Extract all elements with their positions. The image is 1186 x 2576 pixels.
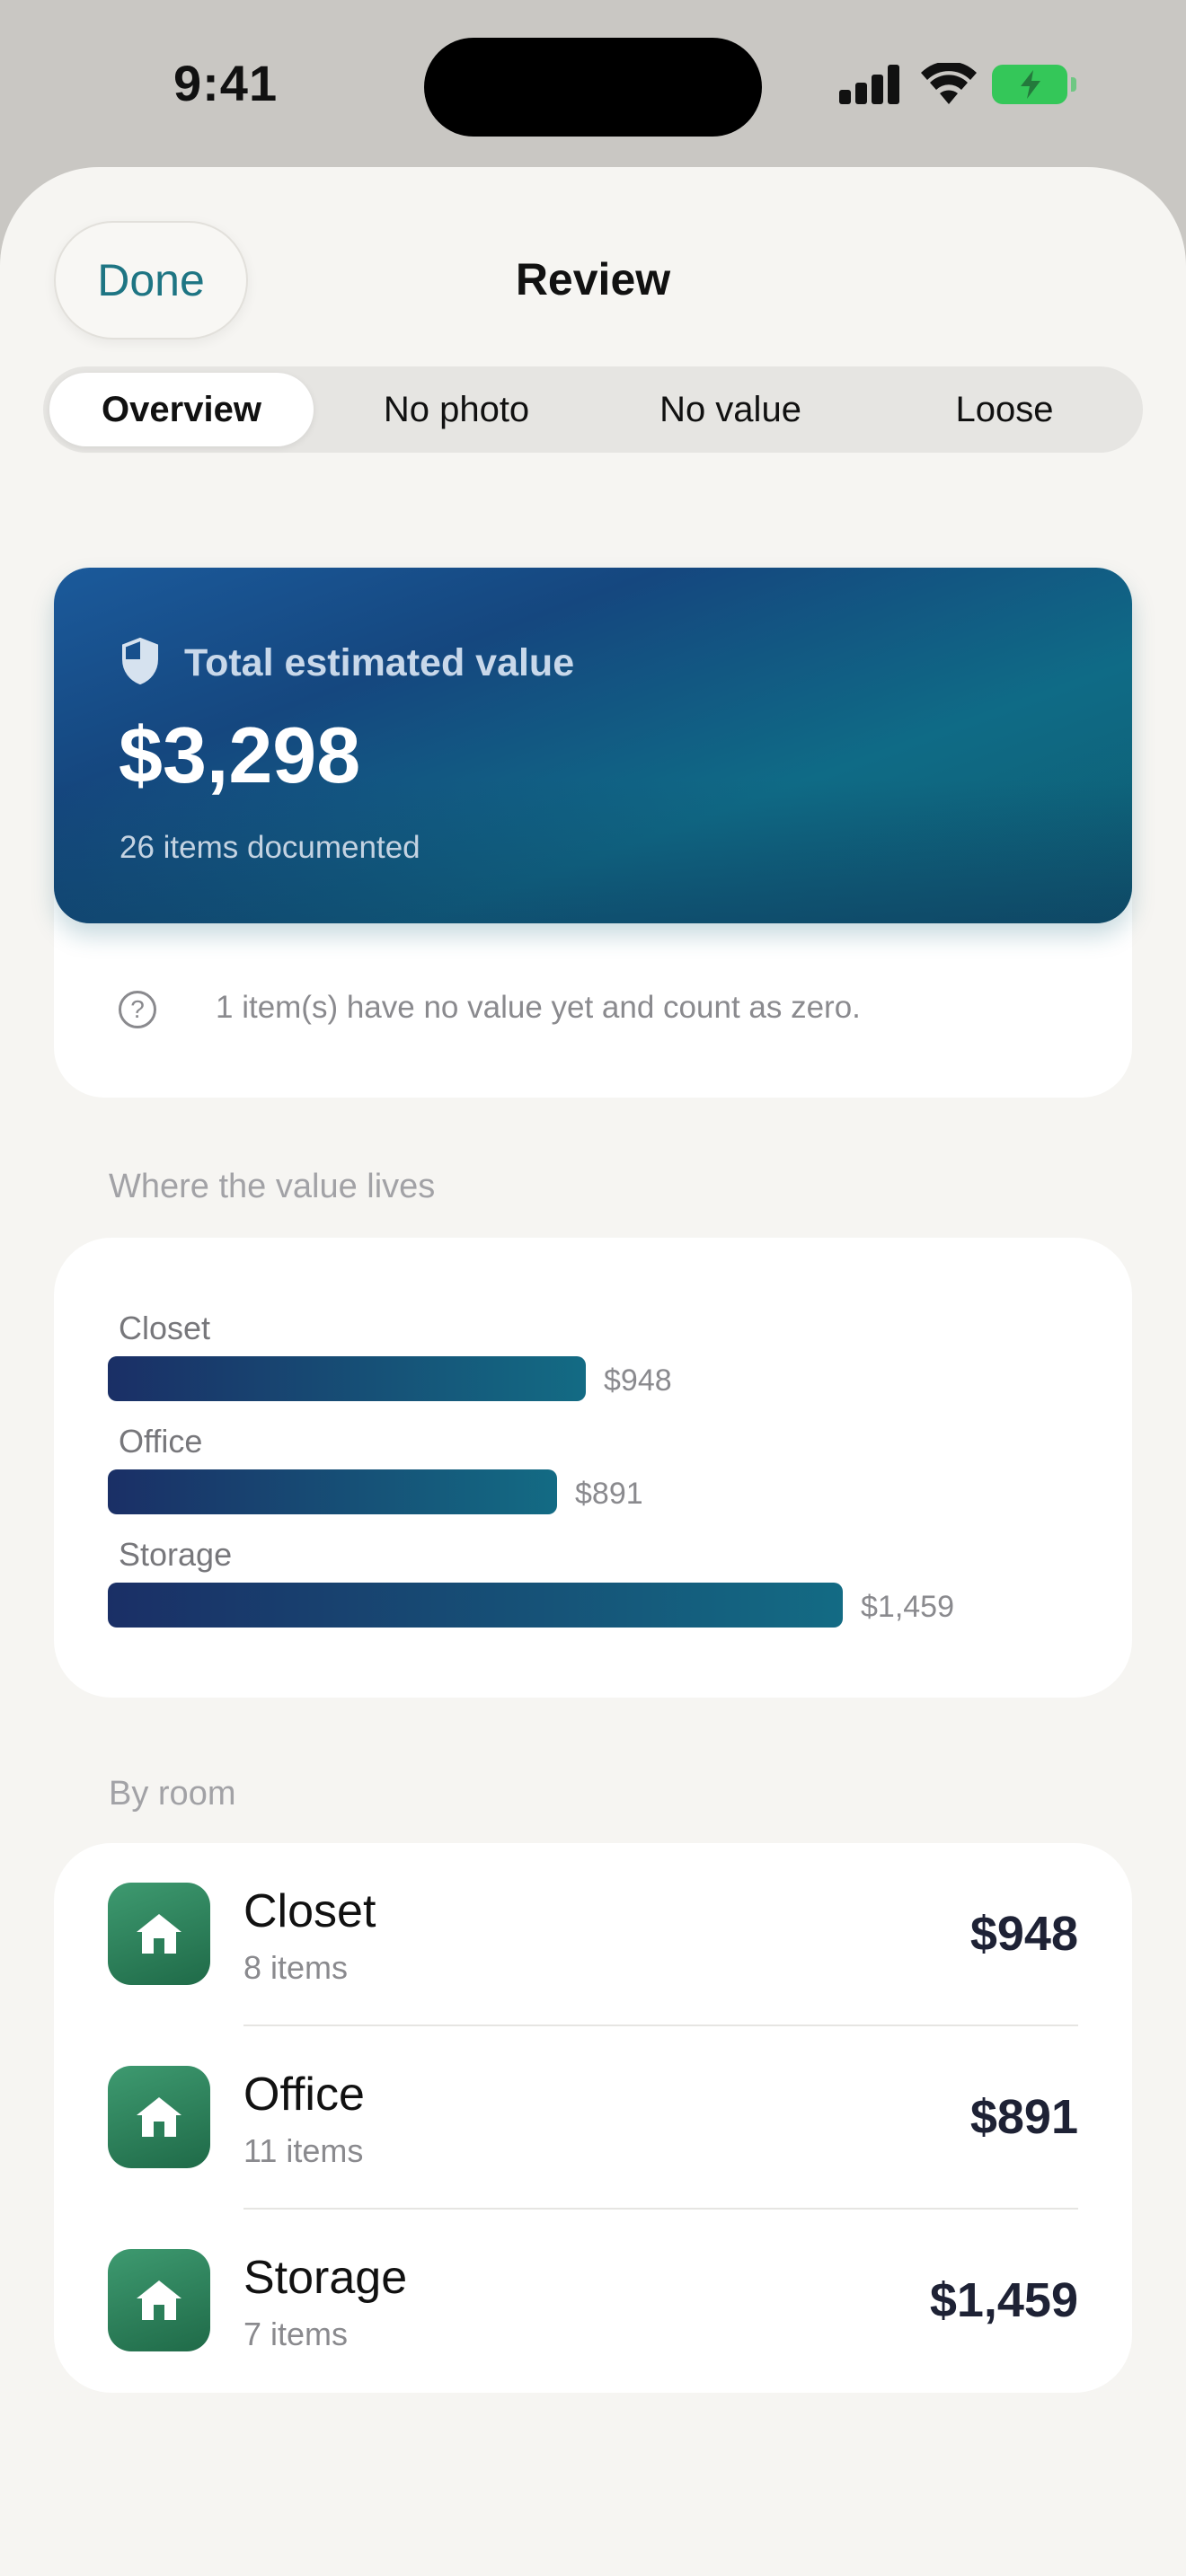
total-value-section: Total estimated value $3,298 26 items do… bbox=[54, 568, 1132, 1098]
bar-label: Closet bbox=[119, 1310, 211, 1346]
tab-no-photo[interactable]: No photo bbox=[324, 373, 589, 446]
room-name: Closet bbox=[243, 1885, 376, 1937]
question-circle-icon: ? bbox=[119, 991, 156, 1028]
tab-no-value[interactable]: No value bbox=[598, 373, 863, 446]
total-value-label: Total estimated value bbox=[184, 641, 575, 684]
bar-group-office: Office $891 bbox=[54, 1423, 1132, 1531]
bar-value-label: $1,459 bbox=[861, 1590, 954, 1624]
bar-value-label: $948 bbox=[604, 1363, 672, 1398]
rooms-list: Closet 8 items $948 Office 11 items $891… bbox=[54, 1843, 1132, 2393]
bar bbox=[108, 1583, 843, 1628]
rooms-section-title: By room bbox=[109, 1775, 236, 1813]
missing-value-note-text: 1 item(s) have no value yet and count as… bbox=[216, 990, 861, 1025]
room-row-office[interactable]: Office 11 items $891 bbox=[54, 2026, 1132, 2210]
value-section-title: Where the value lives bbox=[109, 1168, 436, 1205]
status-bar: 9:41 bbox=[0, 0, 1186, 171]
room-name: Storage bbox=[243, 2252, 408, 2304]
room-value: $891 bbox=[969, 2090, 1078, 2144]
room-value: $948 bbox=[969, 1907, 1078, 1961]
total-value-card: Total estimated value $3,298 26 items do… bbox=[54, 568, 1132, 923]
room-name: Office bbox=[243, 2069, 365, 2121]
room-item-count: 7 items bbox=[243, 2316, 349, 2352]
review-sheet: Done Review Overview No photo No value L… bbox=[0, 167, 1186, 2576]
room-row-closet[interactable]: Closet 8 items $948 bbox=[54, 1843, 1132, 2026]
total-value-amount: $3,298 bbox=[119, 710, 361, 799]
bar bbox=[108, 1469, 557, 1514]
bar-label: Storage bbox=[119, 1536, 233, 1573]
home-icon bbox=[108, 1883, 210, 1985]
bar-value-label: $891 bbox=[575, 1477, 643, 1511]
battery-icon bbox=[992, 65, 1076, 104]
room-item-count: 8 items bbox=[243, 1949, 349, 1986]
status-time: 9:41 bbox=[173, 55, 279, 111]
bar bbox=[108, 1356, 586, 1401]
shield-icon bbox=[122, 638, 158, 684]
missing-value-note: ? 1 item(s) have no value yet and count … bbox=[54, 923, 1132, 1098]
value-bar-chart: Closet $948 Office $891 Storage $1,459 bbox=[54, 1238, 1132, 1698]
room-row-storage[interactable]: Storage 7 items $1,459 bbox=[54, 2210, 1132, 2393]
bar-label: Office bbox=[119, 1423, 203, 1460]
cellular-signal-icon bbox=[839, 65, 900, 104]
room-item-count: 11 items bbox=[243, 2132, 364, 2169]
bar-group-storage: Storage $1,459 bbox=[54, 1536, 1132, 1644]
tab-loose[interactable]: Loose bbox=[872, 373, 1137, 446]
home-icon bbox=[108, 2066, 210, 2168]
room-value: $1,459 bbox=[929, 2273, 1078, 2327]
tab-overview[interactable]: Overview bbox=[49, 373, 314, 446]
home-icon bbox=[108, 2249, 210, 2351]
bar-group-closet: Closet $948 bbox=[54, 1310, 1132, 1417]
wifi-icon bbox=[921, 63, 977, 104]
items-documented-count: 26 items documented bbox=[119, 830, 420, 865]
page-title: Review bbox=[515, 254, 671, 304]
dynamic-island bbox=[424, 38, 762, 137]
review-tabs: Overview No photo No value Loose bbox=[43, 366, 1143, 453]
